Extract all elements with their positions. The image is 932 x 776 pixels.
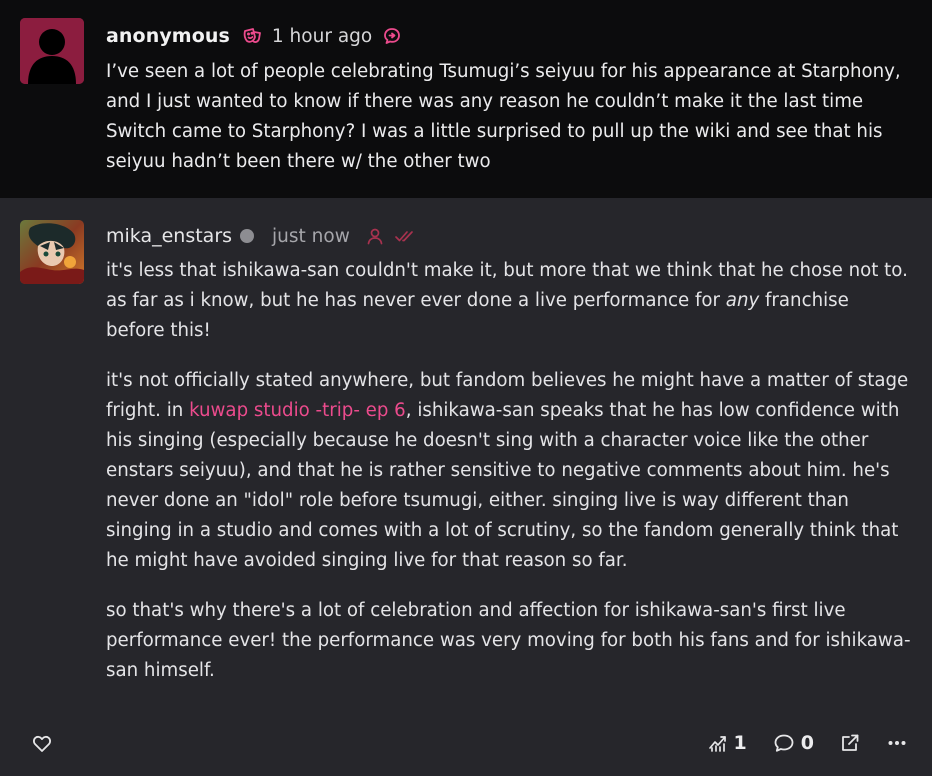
answer-paragraph: it's less that ishikawa-san couldn't mak…	[106, 256, 911, 346]
anonymous-mask-icon	[242, 26, 262, 46]
answer-timestamp[interactable]: just now	[272, 226, 350, 247]
anonymous-avatar[interactable]	[20, 18, 84, 84]
more-dots-icon[interactable]	[888, 740, 906, 746]
ask-question-text: I’ve seen a lot of people celebrating Ts…	[106, 61, 901, 172]
answer-p3-text: so that's why there's a lot of celebrati…	[106, 600, 911, 681]
answer-paragraph: it's not officially stated anywhere, but…	[106, 366, 911, 576]
answerer-avatar[interactable]	[20, 220, 84, 284]
post-footer: 1 0	[0, 728, 932, 764]
double-check-icon	[394, 228, 416, 244]
comment-bubble-icon	[773, 733, 795, 753]
stats-chart-icon	[708, 733, 728, 753]
answer-paragraph: so that's why there's a lot of celebrati…	[106, 596, 911, 686]
share-external-icon[interactable]	[840, 733, 860, 753]
post-actions: 1 0	[708, 732, 906, 754]
answer-p2-text-end: , ishikawa-san speaks that he has low co…	[106, 400, 900, 571]
answer-p1-emphasis: any	[725, 290, 760, 311]
comments-count: 0	[800, 732, 814, 754]
ask-timestamp[interactable]: 1 hour ago	[272, 26, 372, 47]
ask-author-name[interactable]: anonymous	[106, 25, 230, 47]
stats-count: 1	[733, 732, 747, 754]
status-dot-icon	[240, 229, 255, 243]
comments-button[interactable]: 0	[773, 732, 814, 754]
kuwap-studio-link[interactable]: kuwap studio -trip- ep 6	[189, 400, 406, 421]
ask-card: anonymous 1 hour ago I’ve seen a lot of …	[0, 0, 932, 198]
stats-button[interactable]: 1	[708, 732, 747, 754]
answer-body: it's less that ishikawa-san couldn't mak…	[106, 256, 911, 706]
ask-meta: anonymous 1 hour ago	[106, 21, 402, 51]
answer-meta: mika_enstars just now	[106, 221, 416, 251]
person-icon	[366, 227, 384, 245]
answer-author-name[interactable]: mika_enstars	[106, 225, 232, 247]
reply-bubble-icon[interactable]	[382, 26, 402, 46]
heart-icon[interactable]	[32, 734, 52, 754]
